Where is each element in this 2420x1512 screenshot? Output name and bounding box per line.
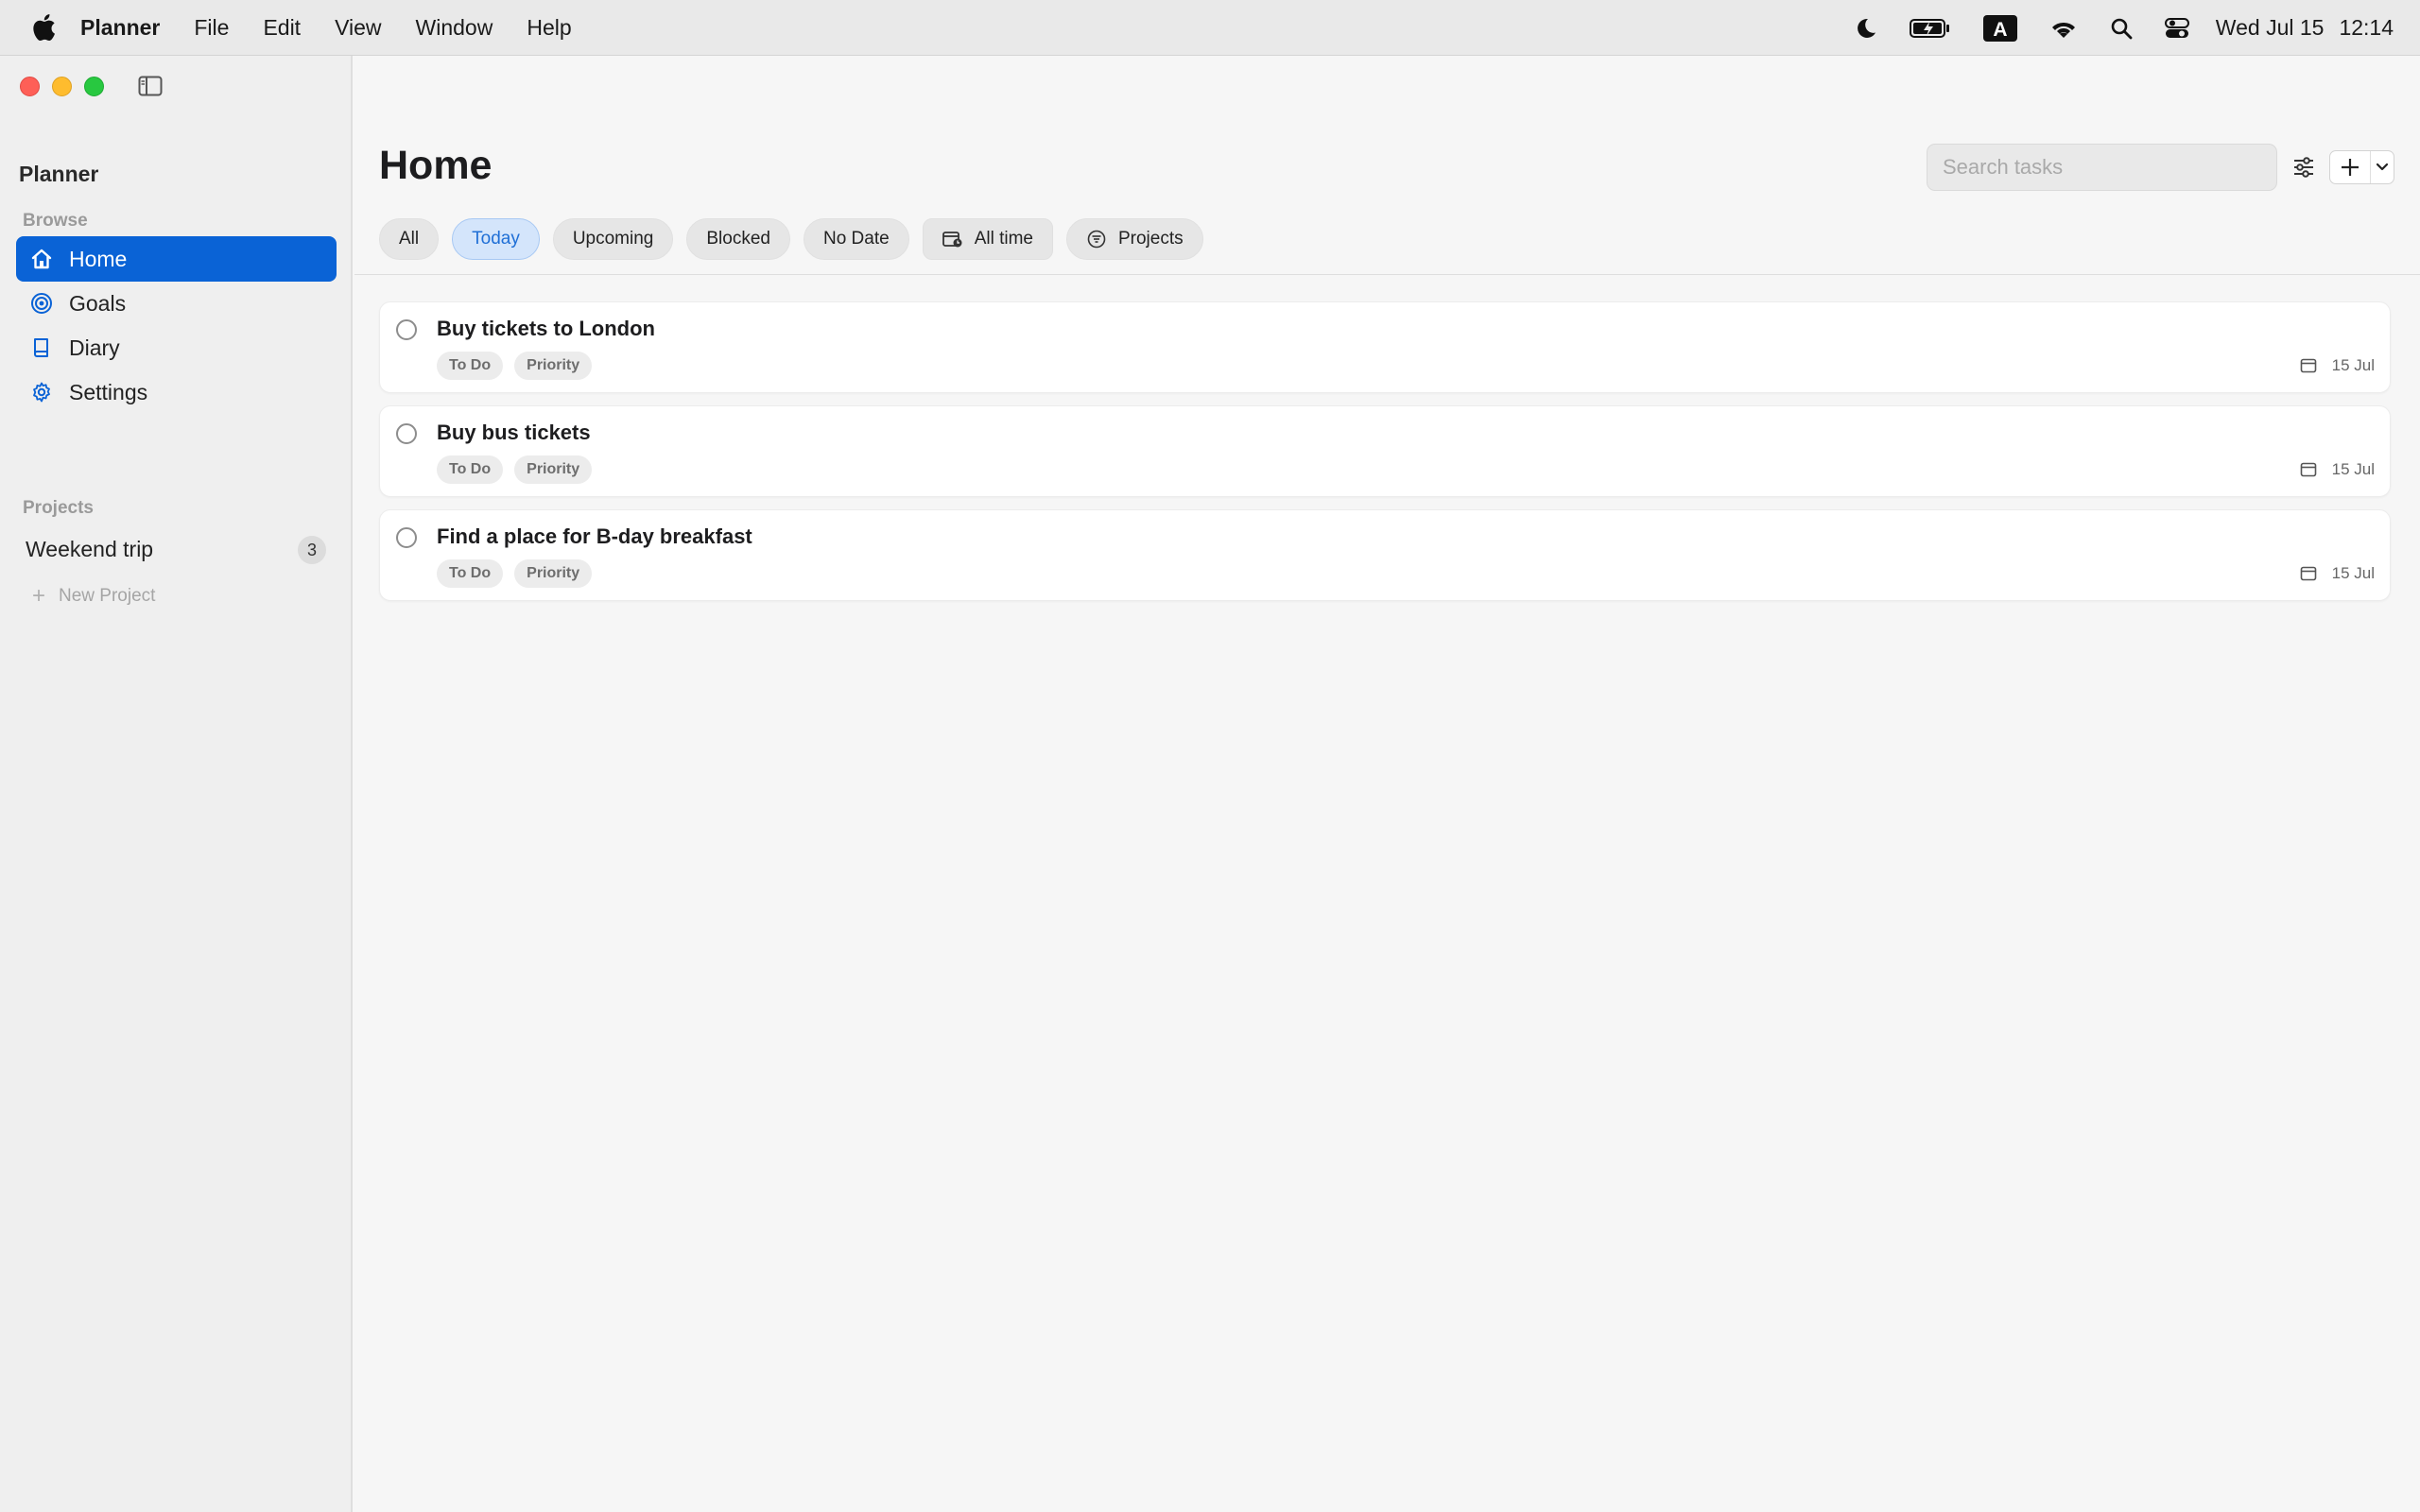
input-source-icon[interactable]: A xyxy=(1982,14,2017,42)
task-row[interactable]: Buy bus tickets To Do Priority 15 Jul xyxy=(379,405,2391,497)
status-area: A Wed Jul 15 12:14 xyxy=(1823,0,2394,56)
project-label: Weekend trip xyxy=(26,536,154,561)
task-tags: To Do Priority xyxy=(437,455,603,484)
plus-icon: + xyxy=(32,583,46,609)
task-due-date[interactable]: 15 Jul xyxy=(2300,356,2375,375)
header-divider xyxy=(354,274,2420,275)
filter-circle-icon xyxy=(1086,229,1107,249)
sidebar-item-label: Goals xyxy=(69,290,127,316)
book-icon xyxy=(29,335,54,360)
task-tags: To Do Priority xyxy=(437,352,603,380)
task-due-date[interactable]: 15 Jul xyxy=(2300,460,2375,479)
sidebar-item-goals[interactable]: Goals xyxy=(16,281,337,326)
menu-bar: Planner File Edit View Window Help A Wed… xyxy=(0,0,2420,56)
task-title: Buy tickets to London xyxy=(437,317,655,340)
time-range-label: All time xyxy=(974,229,1033,249)
project-count-badge: 3 xyxy=(298,536,326,564)
gear-icon xyxy=(29,380,54,404)
task-row[interactable]: Find a place for B-day breakfast To Do P… xyxy=(379,509,2391,601)
browse-section-label: Browse xyxy=(23,211,88,231)
status-badge[interactable]: To Do xyxy=(437,455,504,484)
menu-edit[interactable]: Edit xyxy=(263,15,301,41)
add-task-button[interactable] xyxy=(2330,151,2372,183)
target-icon xyxy=(29,291,54,316)
control-center-icon[interactable] xyxy=(2164,17,2189,40)
clock-time: 12:14 xyxy=(2339,15,2394,40)
close-window-button[interactable] xyxy=(20,77,40,96)
filter-sliders-icon[interactable] xyxy=(2290,153,2318,181)
task-title: Buy bus tickets xyxy=(437,421,591,444)
menu-help[interactable]: Help xyxy=(527,15,571,41)
new-project-button[interactable]: + New Project xyxy=(32,583,155,610)
sidebar-toggle-icon[interactable] xyxy=(138,76,163,96)
menu-window[interactable]: Window xyxy=(416,15,493,41)
menu-app-name[interactable]: Planner xyxy=(80,15,160,41)
main-content: Home All Today Upcoming Blocked No Date … xyxy=(354,56,2420,1512)
task-row[interactable]: Buy tickets to London To Do Priority 15 … xyxy=(379,301,2391,393)
task-date-label: 15 Jul xyxy=(2331,460,2375,478)
filter-chip-blocked[interactable]: Blocked xyxy=(686,218,790,260)
priority-badge[interactable]: Priority xyxy=(514,455,593,484)
search-input[interactable] xyxy=(1927,144,2277,191)
task-checkbox[interactable] xyxy=(396,319,417,340)
projects-filter-button[interactable]: Projects xyxy=(1065,218,1203,260)
task-date-label: 15 Jul xyxy=(2331,564,2375,582)
filter-chips: All Today Upcoming Blocked No Date All t… xyxy=(379,218,1217,260)
projects-section-label: Projects xyxy=(23,498,94,518)
calendar-icon xyxy=(2300,357,2317,374)
moon-icon[interactable] xyxy=(1855,17,1877,40)
sidebar-item-settings[interactable]: Settings xyxy=(16,369,337,415)
window-controls xyxy=(20,77,116,96)
calendar-clock-icon xyxy=(942,229,963,249)
filter-chip-today[interactable]: Today xyxy=(452,218,540,260)
new-project-label: New Project xyxy=(59,586,156,606)
minimize-window-button[interactable] xyxy=(52,77,72,96)
sidebar-item-label: Diary xyxy=(69,335,120,360)
priority-badge[interactable]: Priority xyxy=(514,352,593,380)
add-task-control xyxy=(2329,150,2394,184)
sidebar-item-diary[interactable]: Diary xyxy=(16,325,337,370)
time-range-button[interactable]: All time xyxy=(922,218,1053,260)
task-date-label: 15 Jul xyxy=(2331,356,2375,374)
house-icon xyxy=(29,247,54,271)
wifi-icon[interactable] xyxy=(2049,17,2078,40)
sidebar-title: Planner xyxy=(19,162,99,186)
task-checkbox[interactable] xyxy=(396,423,417,444)
page-title: Home xyxy=(379,143,493,188)
status-badge[interactable]: To Do xyxy=(437,559,504,588)
task-checkbox[interactable] xyxy=(396,527,417,548)
filter-chip-all[interactable]: All xyxy=(379,218,440,260)
menu-file[interactable]: File xyxy=(194,15,229,41)
task-due-date[interactable]: 15 Jul xyxy=(2300,564,2375,583)
menu-view[interactable]: View xyxy=(335,15,381,41)
priority-badge[interactable]: Priority xyxy=(514,559,593,588)
project-item-weekend-trip[interactable]: Weekend trip 3 xyxy=(26,526,326,572)
task-tags: To Do Priority xyxy=(437,559,603,588)
status-badge[interactable]: To Do xyxy=(437,352,504,380)
sidebar-item-home[interactable]: Home xyxy=(16,236,337,282)
app-window: Planner Browse Home Goals Diary Settings xyxy=(0,56,2420,1512)
projects-filter-label: Projects xyxy=(1117,229,1184,249)
sidebar-item-label: Home xyxy=(69,246,128,271)
task-title: Find a place for B-day breakfast xyxy=(437,524,752,548)
sidebar-item-label: Settings xyxy=(69,379,148,404)
sidebar: Planner Browse Home Goals Diary Settings xyxy=(0,56,353,1512)
clock-date: Wed Jul 15 xyxy=(2215,15,2325,40)
menu-clock[interactable]: Wed Jul 15 12:14 xyxy=(2216,15,2394,41)
filter-chip-upcoming[interactable]: Upcoming xyxy=(552,218,674,260)
zoom-window-button[interactable] xyxy=(84,77,104,96)
calendar-icon xyxy=(2300,565,2317,582)
calendar-icon xyxy=(2300,461,2317,478)
spotlight-search-icon[interactable] xyxy=(2110,17,2133,40)
input-source-label: A xyxy=(1993,19,2007,41)
apple-icon[interactable] xyxy=(31,13,56,42)
filter-chip-no-date[interactable]: No Date xyxy=(803,218,909,260)
chevron-down-icon[interactable] xyxy=(2371,151,2394,183)
battery-icon[interactable] xyxy=(1909,18,1951,39)
